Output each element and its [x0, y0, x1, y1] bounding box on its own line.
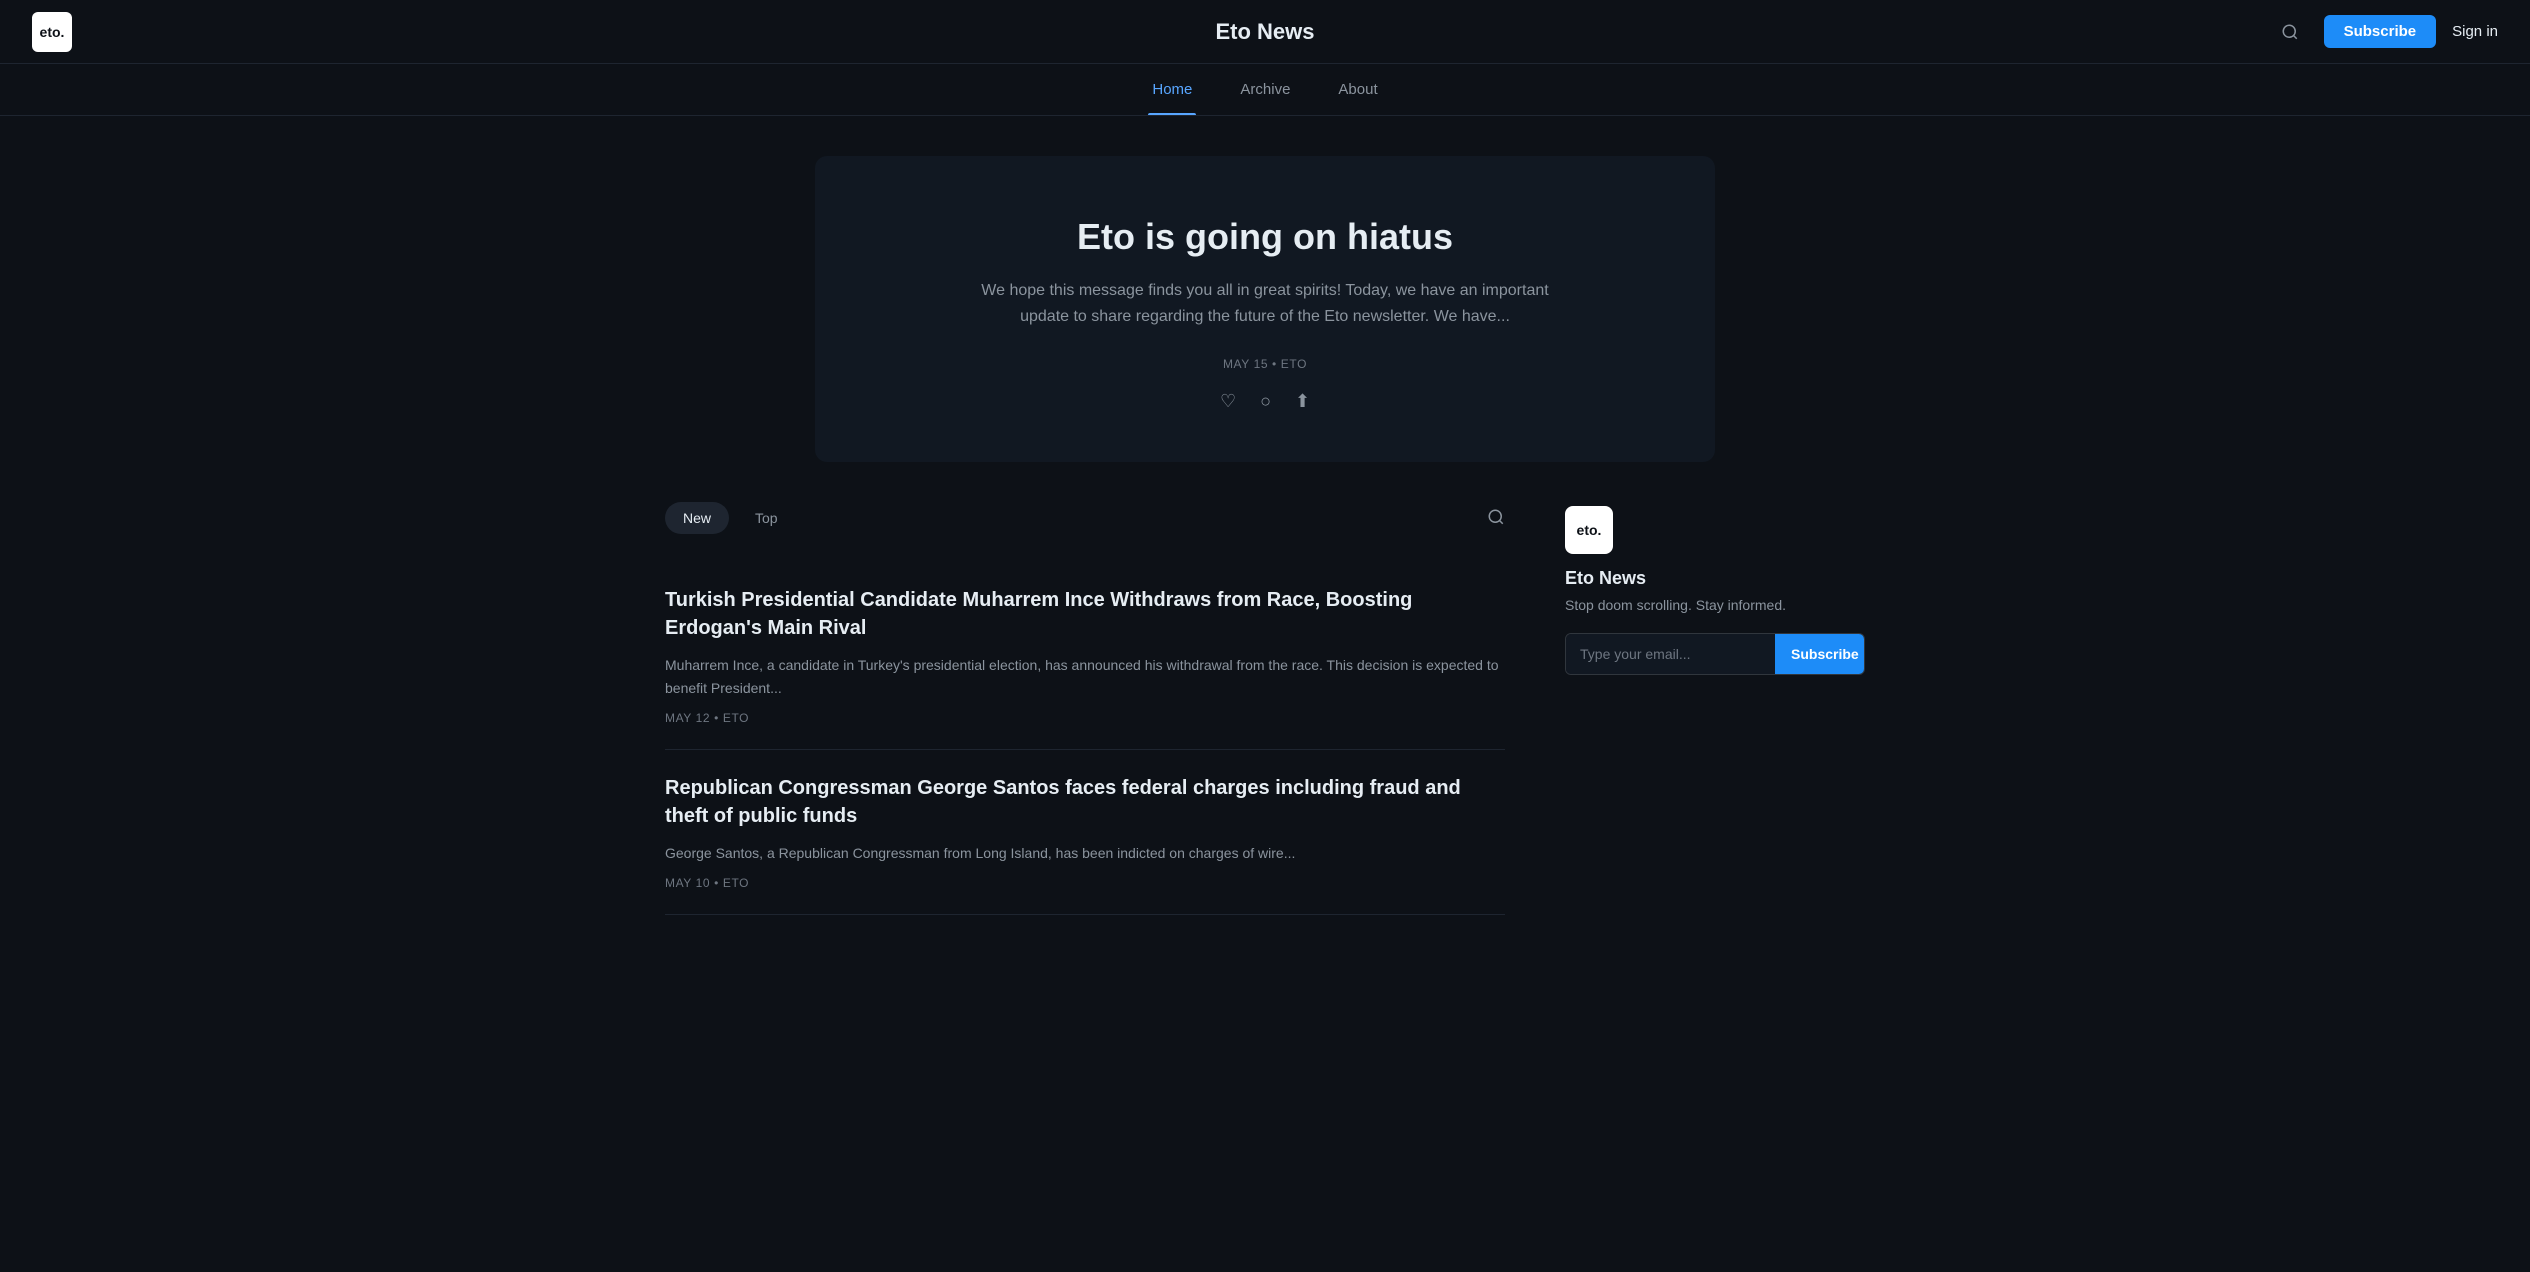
header-sign-in-button[interactable]: Sign in — [2452, 23, 2498, 40]
article-title[interactable]: Turkish Presidential Candidate Muharrem … — [665, 586, 1505, 642]
sidebar-logo-icon: eto. — [1565, 506, 1613, 554]
article-title[interactable]: Republican Congressman George Santos fac… — [665, 774, 1505, 830]
share-icon[interactable]: ⬆ — [1295, 391, 1310, 412]
header-subscribe-button[interactable]: Subscribe — [2324, 15, 2437, 48]
hero-title: Eto is going on hiatus — [855, 216, 1675, 258]
nav-item-about[interactable]: About — [1334, 65, 1381, 114]
article-meta: MAY 12 • ETO — [665, 711, 1505, 725]
sidebar-subscribe-button[interactable]: Subscribe — [1775, 634, 1865, 674]
logo-icon[interactable]: eto. — [32, 12, 72, 52]
article-card: Turkish Presidential Candidate Muharrem … — [665, 562, 1505, 750]
feed-search-button[interactable] — [1487, 508, 1505, 529]
article-excerpt: Muharrem Ince, a candidate in Turkey's p… — [665, 654, 1505, 699]
article-excerpt: George Santos, a Republican Congressman … — [665, 842, 1505, 864]
hero-meta: MAY 15 • ETO — [855, 357, 1675, 371]
header-right: Subscribe Sign in — [2272, 14, 2498, 50]
like-icon[interactable]: ♡ — [1220, 391, 1236, 412]
sidebar-title: Eto News — [1565, 568, 1865, 589]
tabs-left: New Top — [665, 502, 796, 534]
sidebar-tagline: Stop doom scrolling. Stay informed. — [1565, 597, 1865, 613]
article-card: Republican Congressman George Santos fac… — [665, 750, 1505, 915]
hero-subtitle: We hope this message finds you all in gr… — [955, 278, 1575, 329]
tab-new[interactable]: New — [665, 502, 729, 534]
nav-item-home[interactable]: Home — [1148, 65, 1196, 114]
feed-tabs: New Top — [665, 502, 1505, 534]
header-search-button[interactable] — [2272, 14, 2308, 50]
top-header: eto. Eto News Subscribe Sign in — [0, 0, 2530, 64]
hero-section: Eto is going on hiatus We hope this mess… — [815, 156, 1715, 462]
feed-area: New Top Turkish Presidential Candidate M… — [665, 502, 1505, 915]
email-subscribe-form: Subscribe — [1565, 633, 1865, 675]
sidebar: eto. Eto News Stop doom scrolling. Stay … — [1565, 502, 1865, 915]
comment-icon[interactable]: ○ — [1260, 391, 1271, 412]
hero-actions: ♡ ○ ⬆ — [855, 391, 1675, 412]
nav-bar: Home Archive About — [0, 64, 2530, 116]
site-title: Eto News — [1215, 19, 1314, 45]
logo-area: eto. — [32, 12, 72, 52]
article-meta: MAY 10 • ETO — [665, 876, 1505, 890]
email-input[interactable] — [1566, 634, 1775, 674]
tab-top[interactable]: Top — [737, 502, 796, 534]
nav-item-archive[interactable]: Archive — [1236, 65, 1294, 114]
main-content: New Top Turkish Presidential Candidate M… — [625, 502, 1905, 915]
